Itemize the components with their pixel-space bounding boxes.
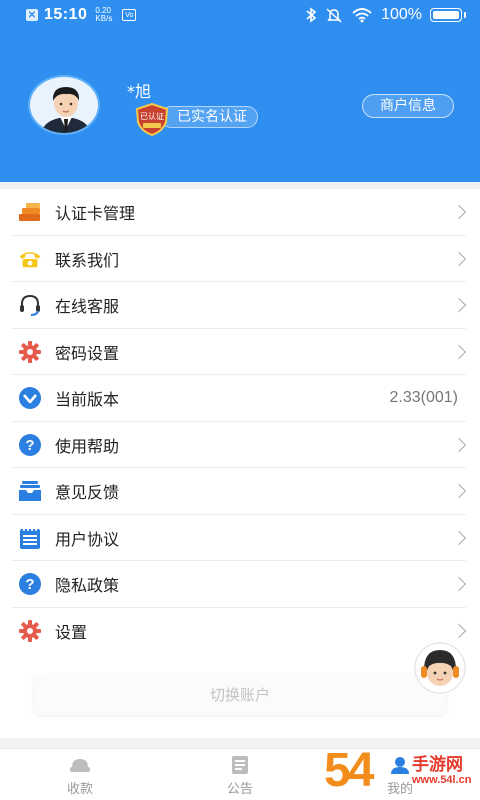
menu-label: 使用帮助 [55,436,120,456]
menu-item-online-service[interactable]: 在线客服 [0,282,480,329]
tab-label: 公告 [226,782,253,797]
chevron-right-icon [451,298,467,313]
help-question-icon: ? [18,433,42,457]
feedback-inbox-icon [18,479,42,503]
site-watermark: 54 手游网 www.54l.cn [324,742,480,800]
tab-label: 收款 [66,782,93,797]
tab-announcement[interactable]: 公告 [160,749,320,800]
svg-text:?: ? [25,437,34,454]
menu-item-card-management[interactable]: 认证卡管理 [0,189,480,236]
chevron-right-icon [451,577,467,592]
watermark-text: 手游网 [412,755,463,775]
network-speed-unit: KB/s [95,14,113,23]
avatar[interactable] [28,75,100,135]
menu-label: 用户协议 [55,529,120,549]
silent-bell-icon [326,8,342,23]
menu-item-privacy-policy[interactable]: ? 隐私政策 [0,561,480,608]
gear-icon [18,340,42,364]
username: *旭 [127,82,152,101]
settings-gear-icon [18,619,42,643]
profile-header: ✕ 15:10 0.20 KB/s Vo 100% *旭 已实名认证 已认证 商… [0,0,480,182]
chevron-right-icon [451,344,467,359]
badge-text: 已认证 [140,111,164,121]
volte-icon: Vo [122,9,137,21]
menu-label: 密码设置 [55,343,120,363]
battery-percent: 100% [381,6,422,23]
network-speed: 0.20 KB/s [95,7,112,23]
card-stack-icon [18,200,42,224]
menu-item-settings[interactable]: 设置 [0,608,480,655]
app-root: ✕ 15:10 0.20 KB/s Vo 100% *旭 已实名认证 已认证 商… [0,0,480,800]
agreement-notepad-icon [18,526,42,550]
chevron-right-icon [451,437,467,452]
announcement-icon [232,756,248,774]
notification-close-icon: ✕ [26,9,38,21]
verified-label: 已实名认证 [177,109,247,125]
watermark-number: 54 [324,744,374,797]
switch-account-button[interactable]: 切换账户 [34,675,446,715]
svg-text:?: ? [25,576,34,593]
menu-item-help[interactable]: ? 使用帮助 [0,422,480,469]
status-bar: ✕ 15:10 0.20 KB/s Vo 100% [0,0,480,30]
collect-money-icon [70,759,90,772]
menu-list: 认证卡管理 联系我们 在线客服 密码设置 当前版本 2.33(001) ? 使用… [0,189,480,654]
menu-label: 在线客服 [55,297,120,317]
menu-item-user-agreement[interactable]: 用户协议 [0,515,480,562]
chevron-right-icon [451,623,467,638]
verified-status-pill: 已实名认证 [160,106,258,128]
menu-item-contact-us[interactable]: 联系我们 [0,236,480,283]
certified-shield-icon: 已认证 [135,102,169,136]
menu-label: 认证卡管理 [55,204,136,224]
businessman-avatar-icon [40,87,92,133]
merchant-info-button[interactable]: 商户信息 [362,94,454,118]
privacy-question-icon: ? [18,572,42,596]
menu-label: 当前版本 [55,390,120,410]
tab-collect[interactable]: 收款 [0,749,160,800]
chevron-right-icon [451,251,467,266]
menu-label: 意见反馈 [55,483,120,503]
menu-label: 设置 [55,622,88,642]
version-number: 2.33(001) [389,389,459,407]
chevron-right-icon [451,530,467,545]
menu-item-password-settings[interactable]: 密码设置 [0,329,480,376]
version-check-icon [18,386,42,410]
bluetooth-icon [306,7,317,23]
chevron-right-icon [451,484,467,499]
wifi-icon [352,8,372,23]
menu-item-feedback[interactable]: 意见反馈 [0,468,480,515]
status-time: 15:10 [44,6,88,23]
headset-icon [18,293,42,317]
customer-service-float-icon[interactable] [414,642,466,694]
menu-label: 隐私政策 [55,576,120,596]
menu-item-current-version: 当前版本 2.33(001) [0,375,480,422]
watermark-url: www.54l.cn [412,774,472,786]
telephone-icon [18,247,42,271]
chevron-right-icon [451,205,467,220]
menu-label: 联系我们 [55,250,120,270]
battery-icon [430,8,462,22]
